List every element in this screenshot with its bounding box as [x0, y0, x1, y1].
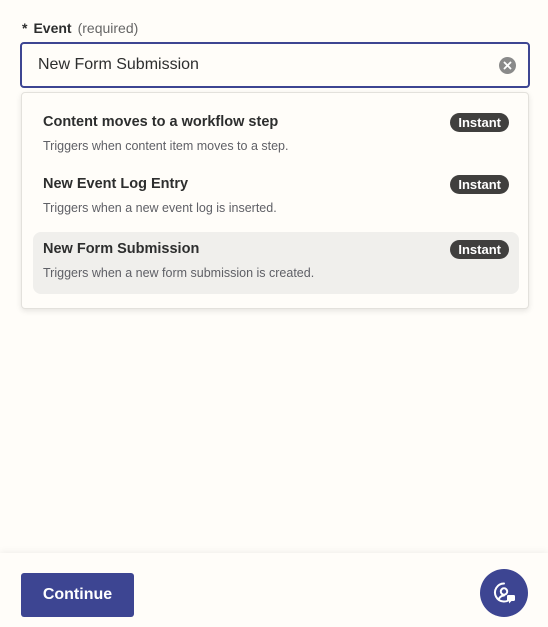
field-label-text: Event: [33, 20, 72, 36]
clear-icon[interactable]: [499, 56, 516, 74]
option-content-moves-to-workflow-step[interactable]: Content moves to a workflow step Instant…: [33, 105, 519, 167]
event-input-value: New Form Submission: [38, 56, 199, 73]
instant-badge: Instant: [450, 113, 509, 132]
support-chat-button[interactable]: [480, 569, 528, 617]
option-description: Triggers when a new event log is inserte…: [43, 201, 277, 215]
option-description: Triggers when content item moves to a st…: [43, 139, 289, 153]
event-select-input[interactable]: New Form Submission: [20, 42, 530, 88]
event-field-label: * Event (required): [22, 19, 138, 37]
event-options-dropdown: Content moves to a workflow step Instant…: [21, 92, 529, 309]
instant-badge: Instant: [450, 175, 509, 194]
option-title: New Form Submission: [43, 241, 200, 257]
support-chat-icon: [491, 580, 517, 606]
field-required-hint: (required): [77, 20, 139, 36]
option-description: Triggers when a new form submission is c…: [43, 266, 315, 280]
option-title: New Event Log Entry: [43, 176, 189, 192]
continue-button[interactable]: Continue: [21, 573, 134, 617]
option-new-event-log-entry[interactable]: New Event Log Entry Instant Triggers whe…: [33, 167, 519, 229]
instant-badge: Instant: [450, 240, 509, 259]
option-title: Content moves to a workflow step: [43, 114, 279, 130]
required-marker: *: [22, 20, 28, 36]
option-new-form-submission[interactable]: New Form Submission Instant Triggers whe…: [33, 232, 519, 294]
